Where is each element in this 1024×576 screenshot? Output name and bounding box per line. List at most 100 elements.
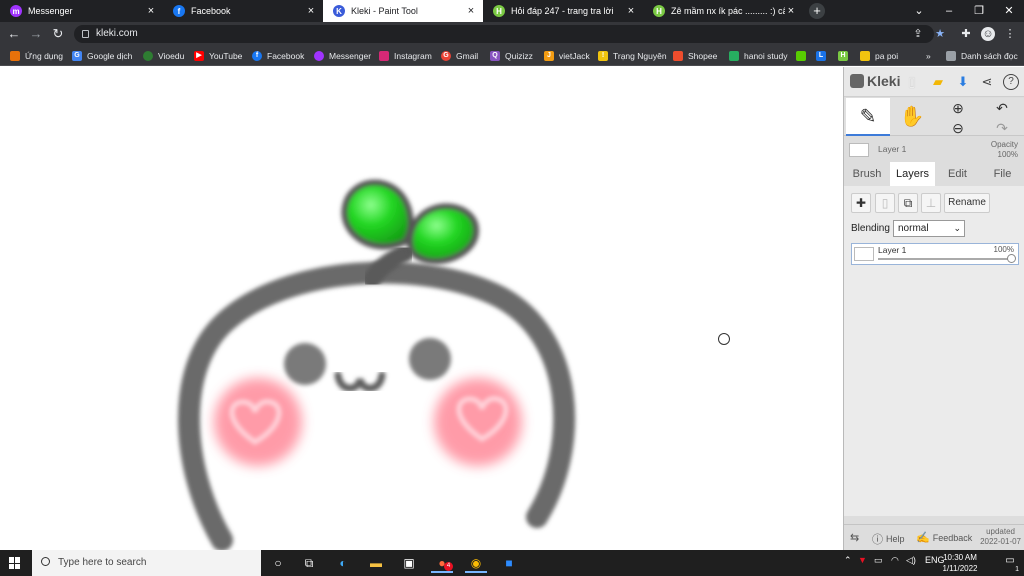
left-blush: [214, 378, 302, 466]
download-icon[interactable]: ⬇: [955, 74, 971, 90]
tab-layers[interactable]: Layers: [890, 162, 935, 186]
tab-title: Hỏi đáp 247 - trang tra lời: [511, 6, 614, 16]
microsoft-store-icon[interactable]: ▣: [398, 553, 420, 573]
new-image-icon[interactable]: ▯: [904, 74, 920, 90]
current-layer-thumbnail: [849, 143, 869, 157]
close-icon[interactable]: ×: [625, 5, 637, 17]
tab-title: Kleki - Paint Tool: [351, 6, 418, 16]
bookmark-label: Google dịch: [87, 51, 133, 61]
chevron-up-icon[interactable]: ⌃: [844, 555, 852, 566]
bookmark-duolingo[interactable]: [796, 49, 811, 63]
new-tab-button[interactable]: +: [809, 3, 825, 19]
wifi-icon[interactable]: ◠: [891, 555, 899, 566]
zoom-out-icon[interactable]: ⊖: [952, 120, 964, 136]
blending-label: Blending: [851, 223, 890, 234]
redo-icon[interactable]: ↷: [996, 120, 1008, 136]
bookmark-instagram[interactable]: Instagram: [379, 49, 432, 63]
extensions-icon[interactable]: ✚: [959, 27, 973, 41]
help-link[interactable]: ⓘ Help: [872, 531, 905, 547]
layer-opacity-slider[interactable]: [878, 254, 1016, 263]
more-bookmarks-button[interactable]: »: [926, 49, 931, 63]
merge-layer-button[interactable]: ⊥: [921, 193, 941, 213]
volume-icon[interactable]: ◁): [906, 555, 916, 566]
edge-icon[interactable]: ◐: [332, 553, 354, 573]
blending-select[interactable]: normal ⌄: [893, 220, 965, 237]
notification-center[interactable]: ▭ 1: [1002, 555, 1019, 573]
duplicate-layer-button[interactable]: ⧉: [898, 193, 918, 213]
bookmark-google-translate[interactable]: G Google dịch: [72, 49, 132, 63]
brush-tool[interactable]: ✎: [846, 98, 890, 136]
bookmark-apps[interactable]: Ứng dụng: [10, 49, 63, 63]
blending-value: normal: [898, 223, 929, 234]
back-button[interactable]: ←: [6, 26, 22, 42]
undo-icon[interactable]: ↶: [996, 100, 1008, 116]
address-bar[interactable]: kleki.com: [74, 25, 934, 43]
chrome-icon[interactable]: ◉: [465, 553, 487, 573]
file-explorer-icon[interactable]: ▬: [365, 553, 387, 573]
bookmark-label: Danh sách đọc: [961, 51, 1018, 61]
bookmark-facebook[interactable]: f Facebook: [252, 49, 304, 63]
bookmark-star-icon[interactable]: ★: [933, 27, 947, 41]
rename-button[interactable]: Rename: [944, 193, 990, 213]
chat-app-icon[interactable]: ● 4: [431, 553, 453, 573]
tab-kleki[interactable]: K Kleki - Paint Tool ×: [323, 0, 483, 22]
windows-start-icon[interactable]: [9, 557, 21, 569]
close-icon[interactable]: ×: [305, 5, 317, 17]
close-icon[interactable]: ×: [465, 5, 477, 17]
battery-icon[interactable]: ▭: [874, 555, 883, 566]
share-icon[interactable]: ⋖: [979, 74, 995, 90]
bookmark-vioedu[interactable]: Vioedu: [143, 49, 184, 63]
bookmark-hoidap[interactable]: H: [838, 49, 853, 63]
add-layer-button[interactable]: ✚: [851, 193, 871, 213]
drawing-canvas[interactable]: [0, 67, 843, 550]
tab-hoidap-2[interactable]: H Zê mầm nx ík pác ......... :) câu hỏi …: [643, 0, 803, 22]
close-icon[interactable]: ×: [145, 5, 157, 17]
bookmark-vietjack[interactable]: JvietJack: [544, 49, 590, 63]
swap-side-button[interactable]: ⇆: [850, 531, 862, 544]
tab-facebook[interactable]: f Facebook ×: [163, 0, 323, 22]
delete-layer-button[interactable]: ▯: [875, 193, 895, 213]
reload-button[interactable]: ↻: [50, 26, 66, 42]
hand-icon: ✋: [899, 106, 925, 128]
reading-list-button[interactable]: Danh sách đọc: [946, 49, 1018, 63]
minimize-button[interactable]: –: [934, 0, 964, 22]
tab-brush[interactable]: Brush: [844, 162, 890, 186]
zoom-app-icon[interactable]: ■: [498, 553, 520, 573]
chevron-down-icon[interactable]: ⌄: [904, 0, 934, 22]
layer-item[interactable]: Layer 1 100%: [851, 243, 1019, 265]
tab-hoidap[interactable]: H Hỏi đáp 247 - trang tra lời ×: [483, 0, 643, 22]
bookmark-shopee[interactable]: Shopee: [673, 49, 717, 63]
help-icon[interactable]: ?: [1003, 74, 1019, 90]
more-menu-icon[interactable]: ⋮: [1003, 27, 1017, 41]
bookmark-youtube[interactable]: ▶ YouTube: [194, 49, 242, 63]
bookmark-hanoi-study[interactable]: hanoi study: [729, 49, 787, 63]
bookmark-trang-nguyen[interactable]: ! Trạng Nguyên: [598, 49, 667, 63]
layer-opacity-knob[interactable]: [1007, 254, 1016, 263]
forward-button[interactable]: →: [28, 26, 44, 42]
tab-messenger[interactable]: m Messenger ×: [0, 0, 163, 22]
cortana-icon[interactable]: ○: [267, 553, 289, 573]
antivirus-icon[interactable]: ▼: [858, 555, 867, 565]
bookmark-quizizz[interactable]: Q Quizizz: [490, 49, 533, 63]
profile-avatar[interactable]: ☺: [981, 27, 995, 41]
close-window-button[interactable]: ✕: [994, 0, 1024, 22]
facebook-icon: f: [173, 5, 185, 17]
opacity-readout: Opacity 100%: [991, 140, 1018, 160]
open-folder-icon[interactable]: ▰: [930, 74, 946, 90]
tab-file[interactable]: File: [980, 162, 1024, 186]
taskbar-search[interactable]: Type here to search: [32, 550, 261, 576]
taskbar-clock[interactable]: 10:30 AM 1/11/2022: [930, 552, 990, 574]
feedback-label: Feedback: [932, 532, 973, 543]
share-page-icon[interactable]: ⇪: [911, 27, 925, 41]
bookmark-messenger[interactable]: Messenger: [314, 49, 371, 63]
hand-tool[interactable]: ✋: [890, 98, 934, 136]
close-icon[interactable]: ×: [785, 5, 797, 17]
feedback-link[interactable]: ✍ Feedback: [916, 531, 972, 544]
restore-button[interactable]: ❐: [964, 0, 994, 22]
bookmark-l[interactable]: L: [816, 49, 831, 63]
task-view-icon[interactable]: ⧉: [298, 553, 320, 573]
bookmark-pa-poi[interactable]: pa poi: [860, 49, 898, 63]
bookmark-gmail[interactable]: G Gmail: [441, 49, 478, 63]
zoom-in-icon[interactable]: ⊕: [952, 100, 964, 116]
tab-edit[interactable]: Edit: [935, 162, 980, 186]
